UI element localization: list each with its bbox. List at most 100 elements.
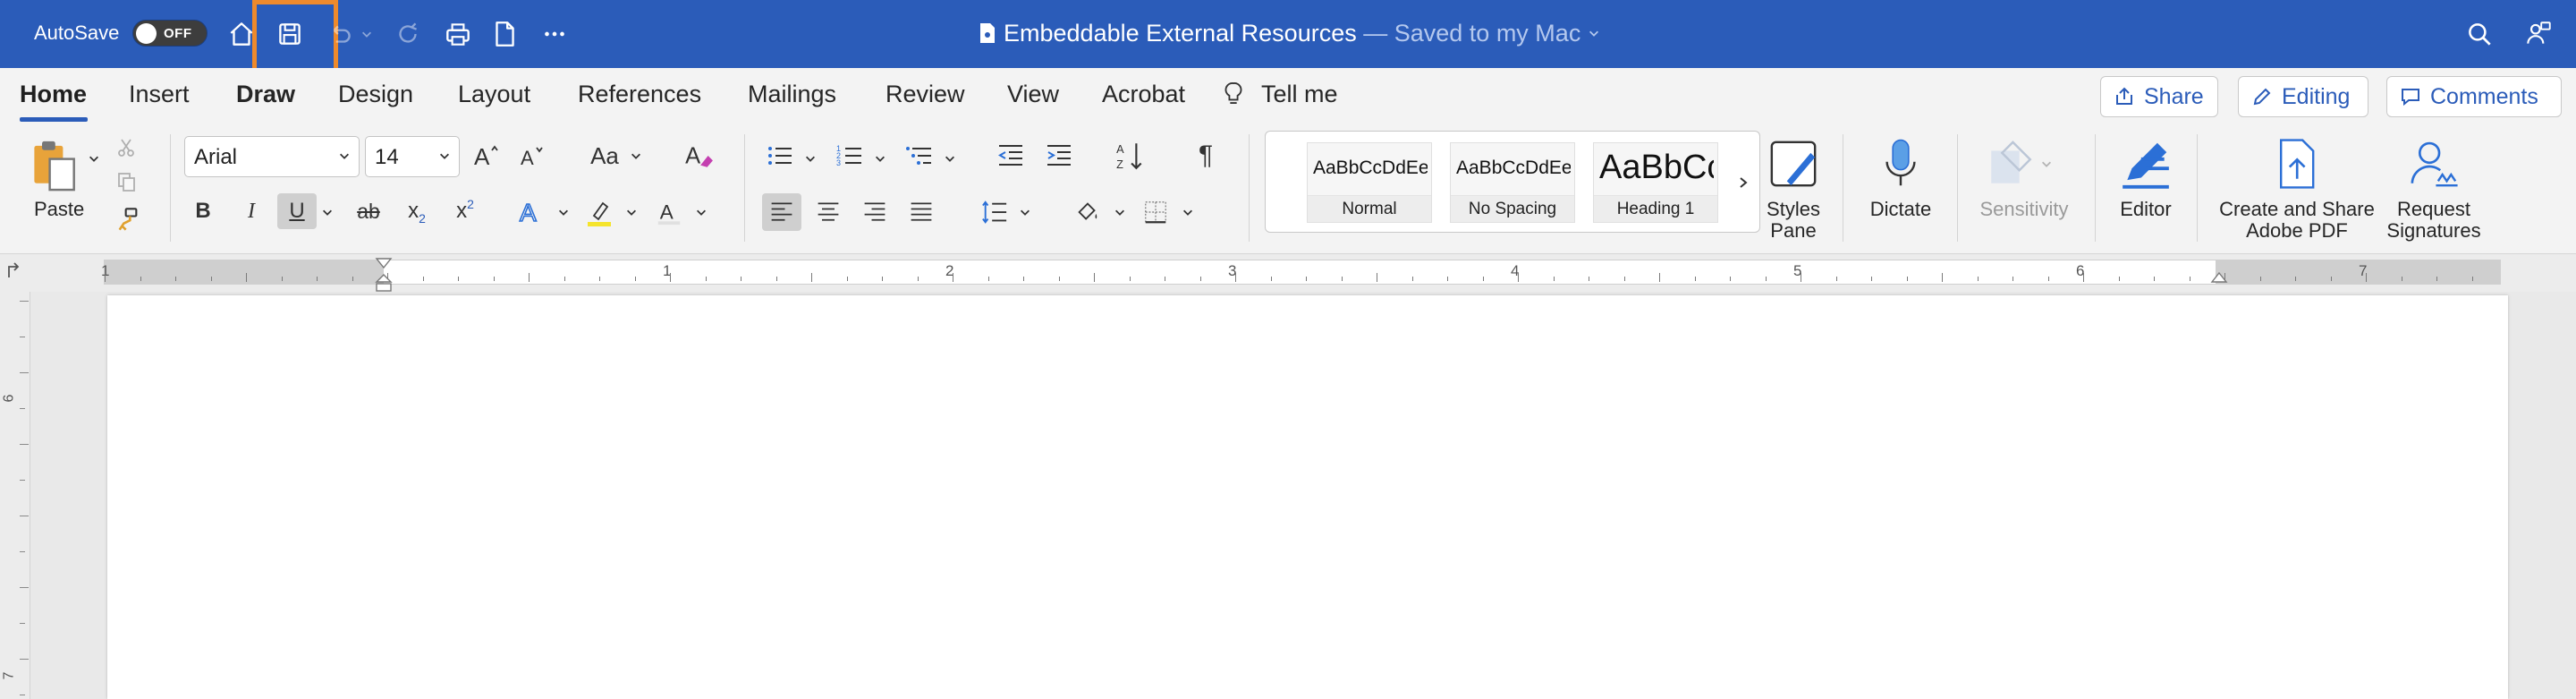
undo-dropdown-icon[interactable] <box>358 16 376 52</box>
superscript-button[interactable]: x2 <box>447 193 483 229</box>
document-title[interactable]: Embeddable External Resources — Saved to… <box>979 20 1600 47</box>
grow-font-icon[interactable]: A <box>470 140 503 172</box>
create-share-pdf-label-1: Create and Share <box>2219 198 2375 220</box>
bold-button[interactable]: B <box>186 193 220 229</box>
request-signatures-icon[interactable] <box>2402 134 2465 193</box>
borders-icon[interactable] <box>1138 193 1174 231</box>
font-color-chevron-icon[interactable] <box>694 206 708 218</box>
borders-chevron-icon[interactable] <box>1181 206 1195 218</box>
highlight-chevron-icon[interactable] <box>624 206 639 218</box>
font-name-value: Arial <box>194 145 238 169</box>
tab-home[interactable]: Home <box>20 81 87 108</box>
more-icon[interactable] <box>537 16 572 52</box>
subscript-button[interactable]: x2 <box>399 193 435 229</box>
right-indent-marker[interactable] <box>2210 271 2228 288</box>
font-color-icon[interactable]: A <box>651 193 687 231</box>
numbering-icon[interactable]: 123 <box>832 140 868 172</box>
print-icon[interactable] <box>440 16 476 52</box>
strikethrough-button[interactable]: ab <box>349 193 388 229</box>
text-effects-icon[interactable]: A <box>513 193 549 229</box>
ruler-tick <box>599 277 600 281</box>
bullets-icon[interactable] <box>762 140 798 172</box>
style-heading-1[interactable]: AaBbCc Heading 1 <box>1593 142 1718 223</box>
multilevel-list-icon[interactable] <box>902 140 937 172</box>
justify-icon[interactable] <box>903 193 939 231</box>
clear-formatting-icon[interactable]: A <box>682 138 716 174</box>
highlight-color-icon[interactable] <box>581 193 617 231</box>
italic-button[interactable]: I <box>234 193 268 229</box>
copy-icon[interactable] <box>113 168 140 195</box>
new-document-icon[interactable] <box>487 16 522 52</box>
style-name: Normal <box>1308 195 1431 222</box>
cut-icon[interactable] <box>113 134 140 161</box>
tell-me-search[interactable]: Tell me <box>1261 81 1338 108</box>
first-line-indent-marker[interactable] <box>375 257 393 274</box>
comments-button[interactable]: Comments <box>2386 76 2562 117</box>
shading-icon[interactable] <box>1070 193 1106 231</box>
editing-mode-button[interactable]: Editing <box>2238 76 2368 117</box>
pencil-icon <box>2253 88 2271 106</box>
request-signatures-label-1: Request <box>2397 198 2470 220</box>
share-button[interactable]: Share <box>2100 76 2218 117</box>
styles-pane-label-1: Styles <box>1767 198 1820 220</box>
text-effects-chevron-icon[interactable] <box>556 206 571 218</box>
tab-insert[interactable]: Insert <box>129 81 190 108</box>
numbering-chevron-icon[interactable] <box>873 152 887 165</box>
show-formatting-marks-icon[interactable]: ¶ <box>1188 138 1224 174</box>
decrease-indent-icon[interactable] <box>993 140 1029 172</box>
tab-layout[interactable]: Layout <box>458 81 530 108</box>
lightbulb-icon <box>1224 81 1243 112</box>
styles-pane-icon[interactable] <box>1766 136 1821 192</box>
tab-design[interactable]: Design <box>338 81 413 108</box>
align-left-button[interactable] <box>762 193 801 231</box>
multilevel-chevron-icon[interactable] <box>943 152 957 165</box>
tab-review[interactable]: Review <box>886 81 965 108</box>
vertical-ruler[interactable]: 6 7 <box>0 292 30 699</box>
ruler-tick <box>1553 277 1555 281</box>
tab-references[interactable]: References <box>578 81 701 108</box>
subscript-marker: 2 <box>419 211 426 226</box>
align-right-icon[interactable] <box>857 193 893 231</box>
tab-mailings[interactable]: Mailings <box>748 81 836 108</box>
share-people-icon[interactable] <box>2521 16 2556 52</box>
font-name-dropdown[interactable]: Arial <box>184 136 360 177</box>
redo-icon[interactable] <box>390 16 426 52</box>
underline-options-chevron-icon[interactable] <box>320 206 335 218</box>
style-no-spacing[interactable]: AaBbCcDdEe No Spacing <box>1450 142 1575 223</box>
separator <box>2095 134 2096 242</box>
align-center-icon[interactable] <box>810 193 846 231</box>
tab-acrobat[interactable]: Acrobat <box>1102 81 1185 108</box>
shading-chevron-icon[interactable] <box>1113 206 1127 218</box>
ruler-tick <box>775 277 777 281</box>
paste-options-chevron-icon[interactable] <box>86 152 102 165</box>
format-painter-icon[interactable] <box>113 204 143 234</box>
create-pdf-icon[interactable] <box>2268 134 2324 193</box>
undo-icon[interactable] <box>322 16 358 52</box>
chevron-right-icon[interactable] <box>1733 169 1754 196</box>
microphone-icon[interactable] <box>1873 132 1928 195</box>
shrink-font-icon[interactable]: A <box>517 140 549 172</box>
sort-icon[interactable]: AZ <box>1113 138 1148 174</box>
underline-button[interactable]: U <box>277 193 317 229</box>
tab-view[interactable]: View <box>1007 81 1059 108</box>
font-size-dropdown[interactable]: 14 <box>365 136 460 177</box>
document-page[interactable] <box>107 295 2508 699</box>
tab-draw[interactable]: Draw <box>236 81 295 108</box>
autosave-toggle[interactable]: OFF <box>132 20 208 47</box>
horizontal-ruler[interactable]: 1 1 2 3 4 5 6 7 <box>101 257 2501 292</box>
bullets-chevron-icon[interactable] <box>803 152 818 165</box>
line-spacing-chevron-icon[interactable] <box>1018 206 1032 218</box>
change-case-button[interactable]: Aa <box>585 140 648 172</box>
document-icon <box>980 23 995 43</box>
sensitivity-icon[interactable] <box>1987 134 2051 193</box>
paste-icon[interactable] <box>25 134 88 197</box>
subscript-label: x <box>408 199 419 223</box>
style-normal[interactable]: AaBbCcDdEe Normal <box>1307 142 1432 223</box>
search-icon[interactable] <box>2462 16 2497 52</box>
editor-icon[interactable] <box>2114 132 2177 195</box>
tab-selector-icon[interactable] <box>5 261 23 284</box>
create-share-pdf-label-2: Adobe PDF <box>2246 219 2348 242</box>
increase-indent-icon[interactable] <box>1041 140 1077 172</box>
line-spacing-icon[interactable] <box>977 193 1013 231</box>
svg-text:A: A <box>520 199 537 226</box>
